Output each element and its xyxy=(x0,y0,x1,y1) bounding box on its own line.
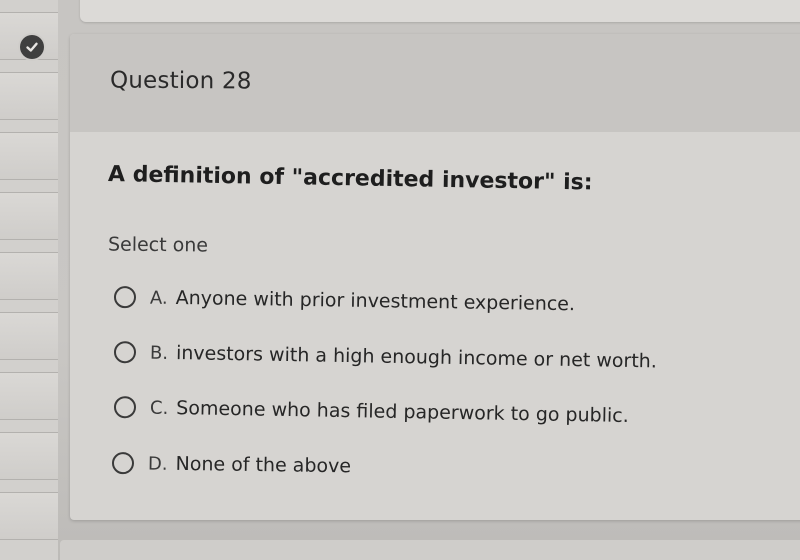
nav-cell[interactable] xyxy=(0,372,58,420)
radio-button[interactable] xyxy=(113,396,137,419)
nav-cell[interactable] xyxy=(0,132,58,180)
quiz-navigation-strip xyxy=(0,0,58,560)
radio-button[interactable] xyxy=(111,452,135,475)
photo-stage: Question 28 A definition of "accredited … xyxy=(0,0,800,560)
nav-cell[interactable] xyxy=(0,252,58,300)
question-text: A definition of "accredited investor" is… xyxy=(107,162,593,196)
instruction-text: Select one xyxy=(107,233,209,257)
nav-cell[interactable] xyxy=(0,492,58,540)
option-text: Someone who has filed paperwork to go pu… xyxy=(176,397,629,427)
question-number: Question 28 xyxy=(109,67,252,95)
option-letter: D. xyxy=(147,453,168,475)
option-text: investors with a high enough income or n… xyxy=(175,342,658,373)
option-letter: B. xyxy=(149,342,169,364)
previous-question-card xyxy=(80,0,800,22)
radio-button[interactable] xyxy=(113,341,137,364)
option-text: Anyone with prior investment experience. xyxy=(175,286,576,316)
option-text: None of the above xyxy=(175,452,352,478)
next-question-card xyxy=(60,540,800,560)
question-card: Question 28 A definition of "accredited … xyxy=(70,34,800,520)
question-header: Question 28 xyxy=(70,34,800,132)
nav-cell[interactable] xyxy=(0,432,58,480)
nav-cell[interactable] xyxy=(0,312,58,360)
option-a[interactable]: A. Anyone with prior investment experien… xyxy=(113,286,576,316)
option-c[interactable]: C. Someone who has filed paperwork to go… xyxy=(113,396,629,427)
option-d[interactable]: D. None of the above xyxy=(111,452,352,478)
option-letter: C. xyxy=(149,397,169,419)
option-b[interactable]: B. investors with a high enough income o… xyxy=(113,341,658,373)
nav-cell[interactable] xyxy=(0,72,58,120)
radio-button[interactable] xyxy=(113,286,137,309)
nav-cell[interactable] xyxy=(0,192,58,240)
option-letter: A. xyxy=(149,287,168,309)
check-icon xyxy=(20,35,44,59)
